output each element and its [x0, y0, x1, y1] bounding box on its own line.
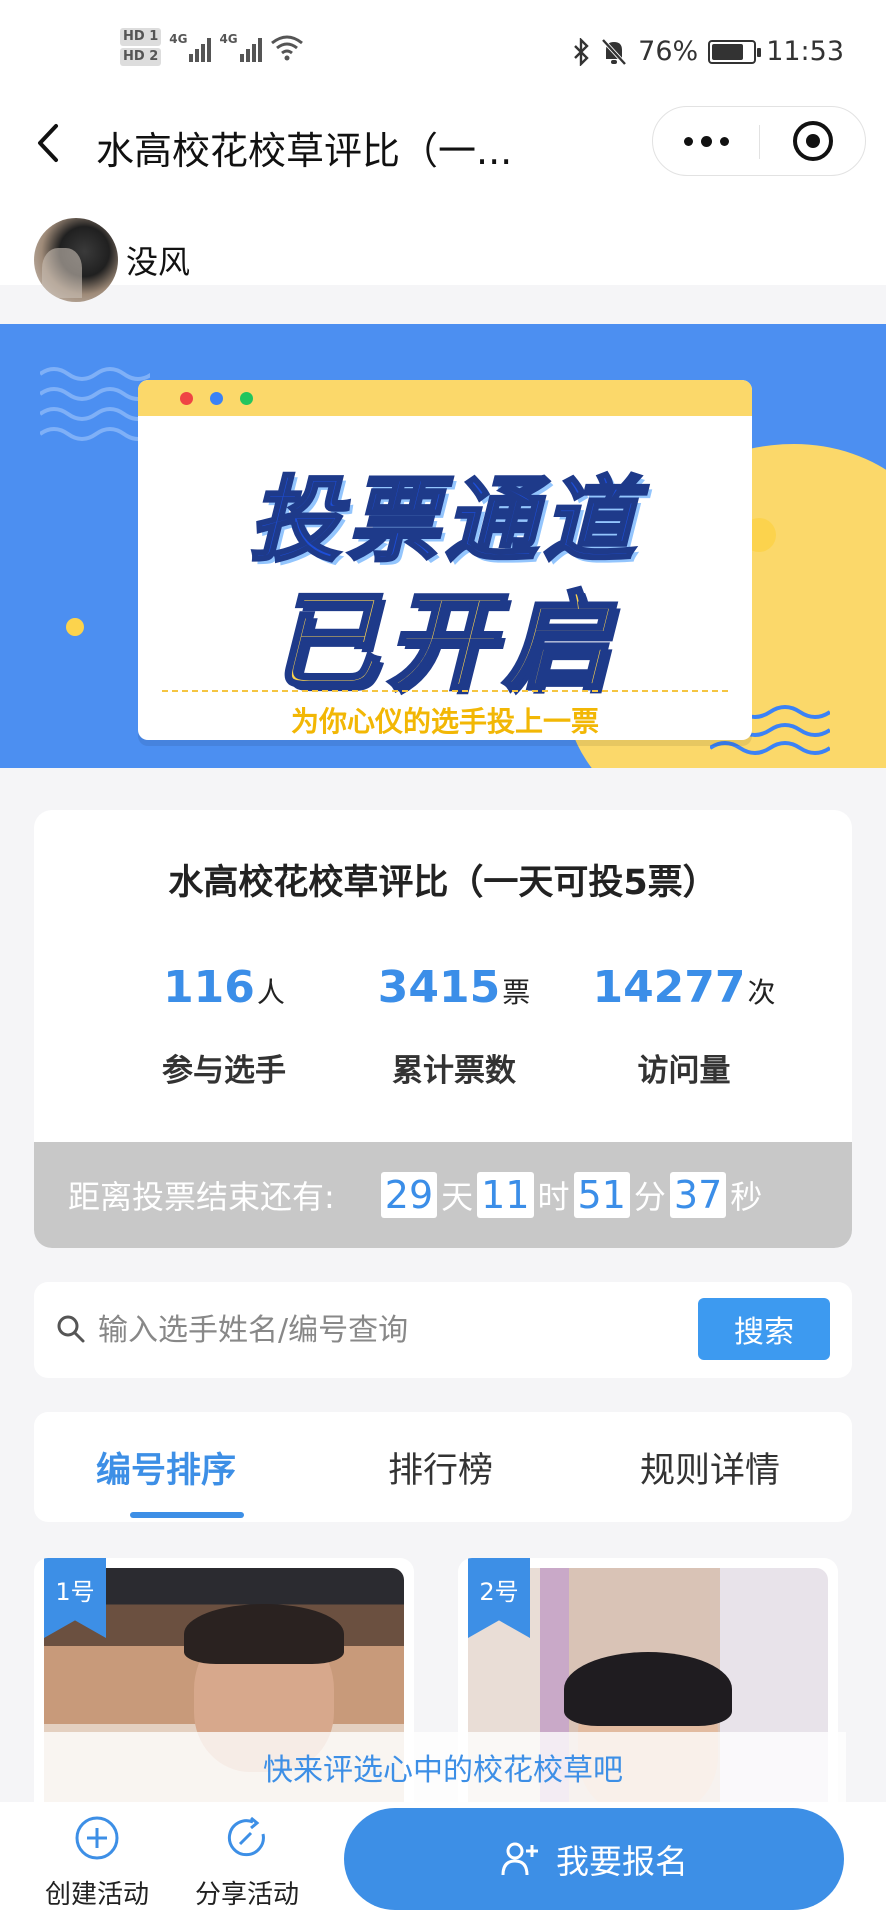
wifi-icon	[270, 35, 303, 61]
vote-banner: 投票通道 已开启 为你心仪的选手投上一票	[0, 324, 886, 768]
banner-headline-2: 已开启	[269, 579, 619, 706]
search-button[interactable]: 搜索	[698, 1298, 830, 1360]
author-name: 没风	[126, 243, 191, 281]
more-dots-icon[interactable]	[653, 107, 759, 175]
search-input[interactable]	[98, 1302, 698, 1358]
clock: 11:53	[766, 36, 844, 67]
status-bar: HD 1 HD 2 4G 4G 76% 11:53	[0, 0, 886, 100]
hd1-badge: HD 1	[120, 28, 162, 46]
back-arrow-icon[interactable]	[30, 118, 70, 168]
bottom-action-bar: 创建活动 分享活动 我要报名	[0, 1802, 886, 1920]
wave-decoration-icon	[40, 367, 150, 441]
signal-icon: 4G	[169, 32, 212, 62]
countdown-minutes: 51	[573, 1172, 630, 1218]
system-indicators: 76% 11:53	[572, 36, 844, 67]
signup-label: 我要报名	[556, 1842, 688, 1881]
plus-circle-icon	[75, 1816, 119, 1860]
share-icon	[227, 1816, 265, 1857]
share-activity-button[interactable]: 分享活动	[182, 1814, 312, 1911]
countdown-label: 距离投票结束还有:	[68, 1178, 335, 1216]
banner-divider	[162, 690, 728, 692]
tab-number-sort[interactable]: 编号排序	[96, 1442, 236, 1493]
search-icon	[57, 1315, 85, 1343]
stat-participants: 116人 参与选手	[162, 962, 286, 1089]
target-close-icon[interactable]	[760, 107, 866, 175]
bluetooth-icon	[574, 37, 589, 66]
countdown-hours: 11	[477, 1172, 534, 1218]
search-bar: 搜索	[34, 1282, 852, 1378]
author-info[interactable]: 没风	[34, 218, 190, 302]
tab-bar: 编号排序 排行榜 规则详情	[34, 1412, 852, 1522]
signup-button[interactable]: 我要报名	[344, 1808, 844, 1910]
add-user-icon	[501, 1842, 538, 1876]
miniprogram-capsule	[652, 106, 866, 176]
network-indicators: HD 1 HD 2 4G 4G	[120, 28, 304, 66]
hd2-badge: HD 2	[120, 48, 162, 66]
tab-active-indicator	[130, 1512, 244, 1518]
countdown-seconds: 37	[669, 1172, 727, 1218]
countdown-days: 29	[380, 1172, 438, 1218]
battery-icon	[708, 39, 762, 64]
tab-ranking[interactable]: 排行榜	[388, 1442, 493, 1493]
banner-window-card: 投票通道 已开启 为你心仪的选手投上一票	[138, 380, 752, 740]
vote-countdown: 距离投票结束还有: 29 天 11 时 51 分 37 秒	[34, 1142, 852, 1248]
page-title: 水高校花校草评比（一...	[96, 129, 513, 173]
stats-card: 水高校花校草评比（一天可投5票） 116人 参与选手 3415票 累计票数 14…	[34, 810, 852, 1248]
avatar[interactable]	[34, 218, 118, 302]
mute-bell-icon	[601, 38, 627, 65]
stat-total-votes: 3415票 累计票数	[377, 962, 531, 1089]
banner-window-titlebar	[138, 380, 752, 416]
banner-subtitle: 为你心仪的选手投上一票	[290, 705, 599, 738]
signal-icon-2: 4G	[219, 32, 262, 62]
create-activity-button[interactable]: 创建活动	[32, 1814, 162, 1911]
nav-bar: 水高校花校草评比（一... 没风	[0, 100, 886, 302]
banner-dot-small	[66, 618, 84, 636]
stat-visits: 14277次 访问量	[592, 962, 776, 1089]
activity-title: 水高校花校草评比（一天可投5票）	[168, 863, 718, 903]
battery-percent: 76%	[638, 36, 699, 67]
notice-marquee: 快来评选心中的校花校草吧	[40, 1732, 846, 1802]
tab-rules[interactable]: 规则详情	[640, 1442, 780, 1493]
